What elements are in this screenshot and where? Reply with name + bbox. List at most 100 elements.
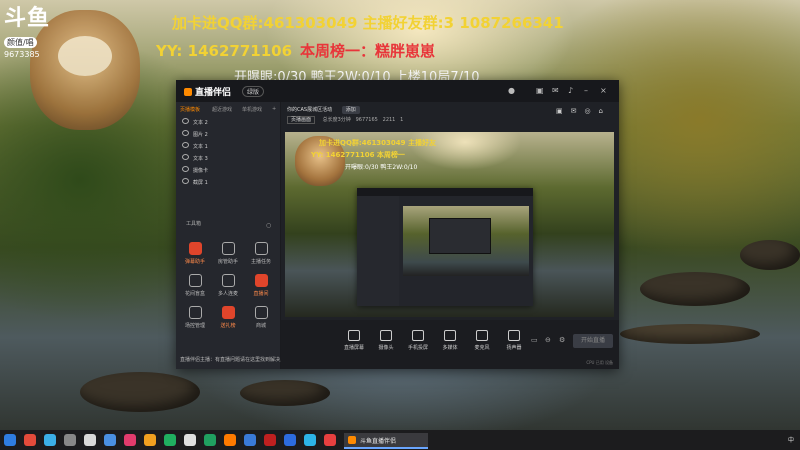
avatar[interactable]: ● [508, 86, 515, 95]
app-icon[interactable] [264, 434, 276, 446]
source-item[interactable]: 图片 2 [182, 130, 208, 139]
minimize-icon[interactable]: – [584, 86, 588, 95]
rock [80, 372, 200, 412]
speaker-icon [508, 330, 520, 341]
system-tray[interactable]: 中 [788, 435, 794, 444]
info-row: 页播画面 总长度3分钟 9677165 2211 1 [287, 116, 403, 124]
danmu-icon [188, 242, 202, 255]
room-icon [254, 274, 268, 287]
eye-icon[interactable] [182, 142, 189, 148]
start-live-button[interactable]: 开始直播 [573, 334, 613, 348]
app-icon[interactable] [24, 434, 36, 446]
bell-icon[interactable]: ♪ [568, 86, 573, 95]
douyu-logo: 斗鱼 颜值/唱 9673385 [4, 6, 51, 59]
app-logo: 直播伴侣 [184, 85, 231, 98]
source-item[interactable]: 文本 2 [182, 118, 208, 127]
scene-tabs: 你的CAS展城区活动 添加 [287, 106, 368, 114]
microphone-button[interactable]: 麦克风 [469, 330, 495, 351]
app-icon[interactable] [244, 434, 256, 446]
media-button[interactable]: 多媒体 [437, 330, 463, 351]
taskbar-active-app[interactable]: 斗鱼直播伴侣 [344, 433, 428, 449]
toolbar-icons: ▣✉◎⌂ [555, 107, 611, 115]
app-icon[interactable] [44, 434, 56, 446]
add-scene-button[interactable]: 添加 [341, 106, 360, 114]
preview-overlay-line: 加卡进QQ群:461303049 主播好友 [319, 139, 436, 147]
link-icon[interactable]: ⊖ [545, 336, 551, 344]
screen-capture-button[interactable]: 直播屏幕 [341, 330, 367, 351]
app-icon[interactable] [284, 434, 296, 446]
app-icon[interactable] [124, 434, 136, 446]
eye-icon[interactable] [182, 118, 189, 124]
phone-cast-button[interactable]: 手机投屏 [405, 330, 431, 351]
tab-template[interactable]: 页播模板 [180, 106, 200, 113]
overlay-top-rank: 本周榜一：糕胖崽崽 [300, 42, 436, 60]
app-icon[interactable] [184, 434, 196, 446]
tool-gift-rank[interactable]: 送礼榜 [213, 306, 243, 332]
toolbox-title: 工具箱 [186, 221, 202, 227]
app-icon[interactable] [84, 434, 96, 446]
settings-icon[interactable]: ○ [266, 222, 271, 229]
tab-single-game[interactable]: 单机游戏 [242, 106, 262, 113]
rock [740, 240, 800, 270]
chrome-icon[interactable] [4, 434, 16, 446]
app-icon[interactable] [304, 434, 316, 446]
tool-multi-mic[interactable]: 多人连麦 [213, 274, 243, 300]
main-panel: 你的CAS展城区活动 添加 页播画面 总长度3分钟 9677165 2211 1… [281, 102, 619, 369]
app-logo-icon [348, 436, 356, 444]
source-item[interactable]: 截屏 1 [182, 178, 208, 187]
wechat-icon[interactable] [204, 434, 216, 446]
left-panel: 页播模板 超近游戏 单机游戏 + 文本 2 图片 2 文本 1 文本 3 摄像卡… [176, 102, 330, 369]
tab-near-game[interactable]: 超近游戏 [212, 106, 232, 113]
rock [620, 324, 760, 344]
version-badge[interactable]: 绿版 [242, 86, 265, 97]
mic-icon [476, 330, 488, 341]
box-icon [188, 274, 202, 287]
rock [640, 272, 750, 306]
message-icon[interactable]: ✉ [552, 86, 559, 95]
title-bar: 直播伴侣 绿版 ● ▣ ✉ ♪ – × [176, 80, 619, 102]
rock [240, 380, 330, 406]
preview-overlay-line: 开曝眼:0/30 鸭王2W:0/10 [345, 164, 418, 171]
eye-icon[interactable] [182, 178, 189, 184]
bottom-toolbar: 直播屏幕 摄像头 手机投屏 多媒体 麦克风 扬声器 ▭ ⊖ ⚙ 开始直播 CPU… [281, 320, 619, 369]
left-tabs: 页播模板 超近游戏 单机游戏 + [176, 102, 280, 116]
eye-icon[interactable] [182, 166, 189, 172]
camera-button[interactable]: 摄像头 [373, 330, 399, 351]
app-icon[interactable] [224, 434, 236, 446]
speaker-button[interactable]: 扬声器 [501, 330, 527, 351]
shop-icon [254, 306, 268, 319]
tool-live-room[interactable]: 直播间 [246, 274, 276, 300]
close-icon[interactable]: × [600, 86, 607, 95]
nested-preview-window [357, 188, 533, 306]
overlay-line-qq: 加卡进QQ群:461303049 主播好友群:3 1087266341 [172, 14, 564, 32]
taskbar: 斗鱼直播伴侣 中 [0, 430, 800, 450]
room-id: 9673385 [4, 50, 40, 59]
source-item[interactable]: 文本 1 [182, 142, 208, 151]
tool-shop[interactable]: 商城 [246, 306, 276, 332]
gift-icon[interactable]: ▣ [536, 86, 544, 95]
app-icon[interactable] [104, 434, 116, 446]
app-icon[interactable] [164, 434, 176, 446]
tool-danmu[interactable]: 弹幕助手 [180, 242, 210, 268]
stream-preview[interactable]: 加卡进QQ群:461303049 主播好友 YY: 1462771106 本周榜… [285, 132, 614, 317]
source-item[interactable]: 文本 3 [182, 154, 208, 163]
tool-blindbox[interactable]: 花间盲盒 [180, 274, 210, 300]
gear-icon[interactable]: ⚙ [559, 336, 565, 344]
user-icon [221, 242, 235, 255]
control-icon [188, 306, 202, 319]
record-icon[interactable]: ▭ [531, 336, 538, 344]
app-icon[interactable] [324, 434, 336, 446]
add-icon[interactable]: + [272, 106, 276, 112]
tool-control[interactable]: 场控管理 [180, 306, 210, 332]
tool-room-admin[interactable]: 房管助手 [213, 242, 243, 268]
status-text: CPU 已用 设备 [586, 360, 613, 365]
app-icon[interactable] [64, 434, 76, 446]
gift-icon [221, 306, 235, 319]
tool-tasks[interactable]: 主播任务 [246, 242, 276, 268]
phone-icon [412, 330, 424, 341]
source-item[interactable]: 摄像卡 [182, 166, 208, 175]
app-icon[interactable] [144, 434, 156, 446]
eye-icon[interactable] [182, 154, 189, 160]
tab-scene[interactable]: 你的CAS展城区活动 [287, 107, 332, 113]
eye-icon[interactable] [182, 130, 189, 136]
